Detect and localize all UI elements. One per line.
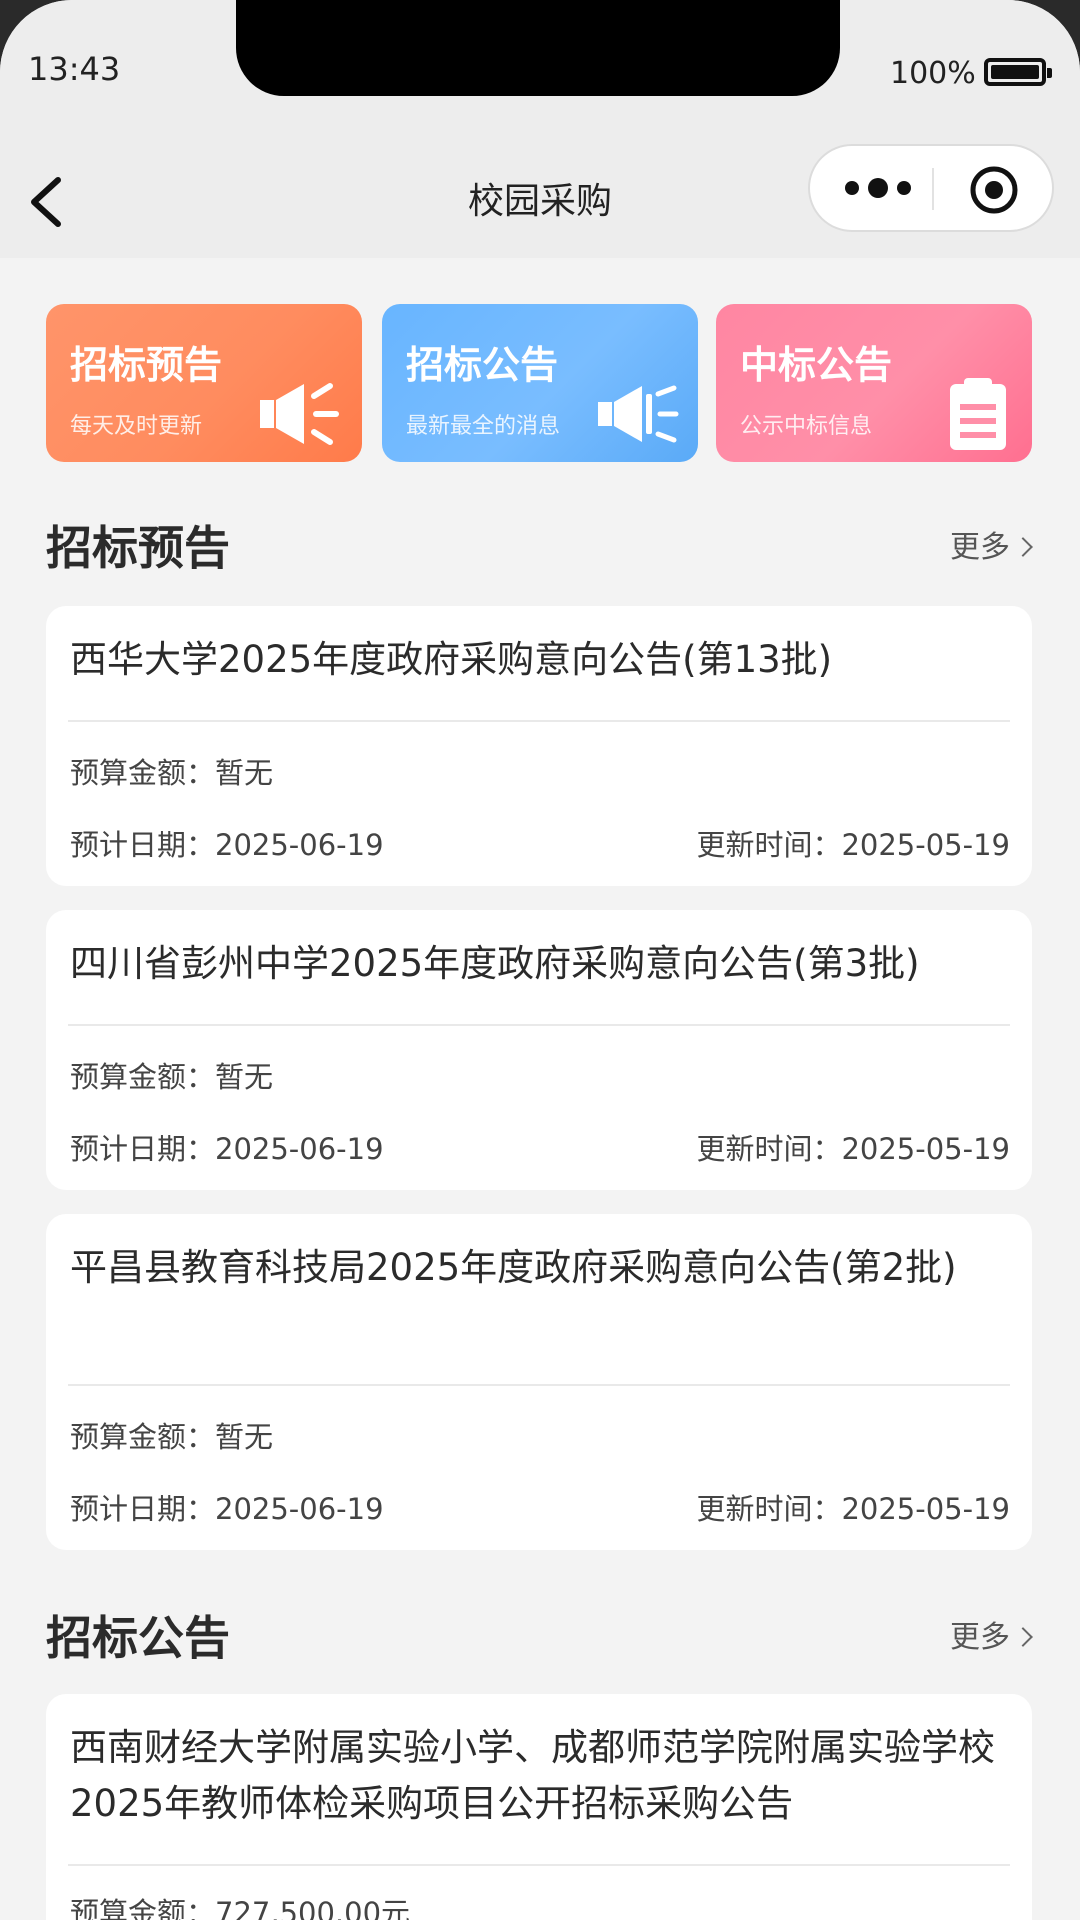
item-title: 西南财经大学附属实验小学、成都师范学院附属实验学校2025年教师体检采购项目公开… [70, 1726, 995, 1825]
section-title-forecast: 招标预告 [46, 521, 230, 575]
item-date: 预计日期：2025-06-19 [70, 1492, 384, 1526]
category-subtitle: 最新最全的消息 [406, 414, 561, 439]
item-title: 西华大学2025年度政府采购意向公告(第13批) [70, 638, 833, 681]
bullhorn-icon [598, 385, 679, 443]
list-item[interactable]: 西华大学2025年度政府采购意向公告(第13批) 预算金额：暂无 预计日期：20… [46, 606, 1032, 886]
category-card-announcement[interactable]: 招标公告 最新最全的消息 [382, 304, 698, 462]
item-divider [68, 720, 1010, 722]
item-budget: 预算金额：727,500.00元 [70, 1896, 411, 1920]
category-card-forecast[interactable]: 招标预告 每天及时更新 [46, 304, 362, 462]
more-menu-button[interactable] [840, 166, 916, 210]
chevron-right-icon [1013, 1627, 1033, 1647]
capsule-divider [932, 168, 934, 210]
megaphone-icon [260, 383, 339, 445]
item-updated: 更新时间：2025-05-19 [696, 1132, 1010, 1166]
item-divider [68, 1024, 1010, 1026]
clipboard-icon [950, 378, 1006, 450]
chevron-right-icon [1013, 537, 1033, 557]
phone-screen: 13:43 100% 校园采购 招标预告 每天及时更新 招标公告 最新最全的消息… [0, 0, 1080, 1920]
item-date: 预计日期：2025-06-19 [70, 828, 384, 862]
more-link-announcement[interactable]: 更多 [950, 1612, 1033, 1656]
list-item[interactable]: 西南财经大学附属实验小学、成都师范学院附属实验学校2025年教师体检采购项目公开… [46, 1694, 1032, 1920]
more-label: 更多 [950, 1620, 1010, 1655]
item-updated: 更新时间：2025-05-19 [696, 828, 1010, 862]
category-subtitle: 每天及时更新 [70, 414, 203, 439]
item-date: 预计日期：2025-06-19 [70, 1132, 384, 1166]
more-label: 更多 [950, 530, 1010, 565]
item-budget: 预算金额：暂无 [70, 1420, 274, 1454]
more-link-forecast[interactable]: 更多 [950, 522, 1033, 566]
category-title: 招标预告 [70, 343, 223, 387]
status-time: 13:43 [28, 50, 121, 88]
top-bar: 13:43 100% 校园采购 [0, 0, 1080, 258]
item-title: 四川省彭州中学2025年度政府采购意向公告(第3批) [70, 942, 920, 985]
item-title: 平昌县教育科技局2025年度政府采购意向公告(第2批) [70, 1246, 957, 1289]
item-budget: 预算金额：暂无 [70, 1060, 274, 1094]
item-budget: 预算金额：暂无 [70, 756, 274, 790]
item-divider [68, 1864, 1010, 1866]
item-divider [68, 1384, 1010, 1386]
camera-notch [236, 0, 840, 96]
item-updated: 更新时间：2025-05-19 [696, 1492, 1010, 1526]
more-dots-icon [845, 178, 911, 198]
close-program-button[interactable] [968, 164, 1020, 216]
category-title: 中标公告 [740, 343, 893, 387]
battery-percent: 100% [890, 56, 976, 91]
category-subtitle: 公示中标信息 [740, 414, 873, 439]
mini-program-capsule [808, 144, 1054, 232]
list-item[interactable]: 四川省彭州中学2025年度政府采购意向公告(第3批) 预算金额：暂无 预计日期：… [46, 910, 1032, 1190]
list-item[interactable]: 平昌县教育科技局2025年度政府采购意向公告(第2批) 预算金额：暂无 预计日期… [46, 1214, 1032, 1550]
section-title-announcement: 招标公告 [46, 1611, 230, 1665]
battery-icon [984, 58, 1052, 86]
target-icon [970, 166, 1018, 214]
category-card-award[interactable]: 中标公告 公示中标信息 [716, 304, 1032, 462]
category-title: 招标公告 [406, 343, 559, 387]
